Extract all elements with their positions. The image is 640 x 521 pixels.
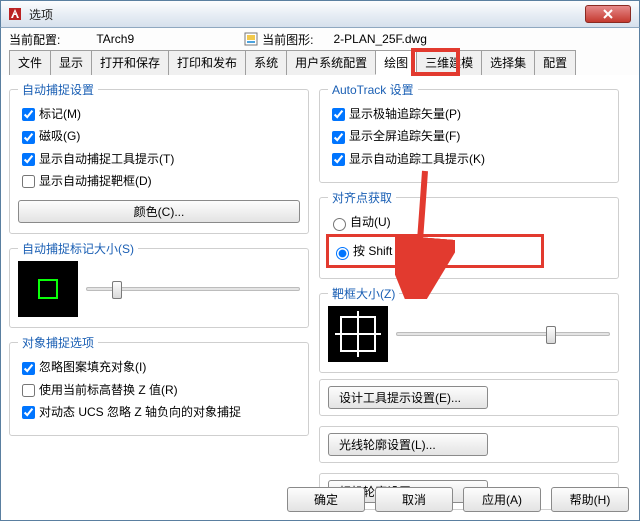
- align-acquire-group: 对齐点获取 自动(U) 按 Shift 键获取(Q): [319, 189, 619, 279]
- tab-content: 自动捕捉设置 标记(M) 磁吸(G) 显示自动捕捉工具提示(T) 显示自动捕捉靶…: [0, 75, 640, 521]
- chk-marker[interactable]: 标记(M): [18, 105, 300, 124]
- titlebar: 选项: [0, 0, 640, 28]
- chk-ignore-z-negative[interactable]: 对动态 UCS 忽略 Z 轴负向的对象捕捉: [18, 403, 300, 422]
- chk-autotrack-tooltip[interactable]: 显示自动追踪工具提示(K): [328, 150, 610, 169]
- current-drawing-label: 当前图形:: [244, 31, 313, 48]
- aperture-preview: [328, 306, 388, 362]
- profile-row: 当前配置: TArch9 当前图形: 2-PLAN_25F.dwg: [0, 28, 640, 50]
- window-title: 选项: [29, 6, 53, 23]
- marker-size-legend: 自动捕捉标记大小(S): [18, 240, 138, 257]
- colors-button[interactable]: 颜色(C)...: [18, 200, 300, 223]
- chk-replace-z[interactable]: 使用当前标高替换 Z 值(R): [18, 381, 300, 400]
- apply-button[interactable]: 应用(A): [463, 487, 541, 512]
- close-icon: [602, 9, 614, 19]
- chk-polar-track[interactable]: 显示极轴追踪矢量(P): [328, 105, 610, 124]
- osnap-options-group: 对象捕捉选项 忽略图案填充对象(I) 使用当前标高替换 Z 值(R) 对动态 U…: [9, 334, 309, 436]
- app-icon: [7, 6, 23, 22]
- close-button[interactable]: [585, 5, 631, 23]
- aperture-preview-icon: [335, 311, 381, 357]
- chk-aperture-box[interactable]: 显示自动捕捉靶框(D): [18, 172, 300, 191]
- radio-shift[interactable]: 按 Shift 键获取(Q): [331, 242, 541, 260]
- tab-strip: 文件 显示 打开和保存 打印和发布 系统 用户系统配置 绘图 三维建模 选择集 …: [0, 50, 640, 75]
- cancel-button[interactable]: 取消: [375, 487, 453, 512]
- current-profile-value: TArch9: [96, 32, 134, 46]
- radio-auto[interactable]: 自动(U): [328, 213, 610, 231]
- dwg-icon: [244, 32, 258, 46]
- light-glyph-group: 光线轮廓设置(L)...: [319, 426, 619, 463]
- tab-profiles[interactable]: 配置: [534, 50, 576, 75]
- design-tooltip-button[interactable]: 设计工具提示设置(E)...: [328, 386, 488, 409]
- autotrack-legend: AutoTrack 设置: [328, 81, 418, 98]
- tab-selection[interactable]: 选择集: [481, 50, 535, 75]
- light-glyph-button[interactable]: 光线轮廓设置(L)...: [328, 433, 488, 456]
- chk-snap-tooltip[interactable]: 显示自动捕捉工具提示(T): [18, 150, 300, 169]
- chk-full-track[interactable]: 显示全屏追踪矢量(F): [328, 127, 610, 146]
- tab-drafting[interactable]: 绘图: [375, 50, 417, 75]
- tab-userconfig[interactable]: 用户系统配置: [286, 50, 376, 75]
- current-profile-label: 当前配置:: [9, 31, 60, 48]
- design-tooltip-group: 设计工具提示设置(E)...: [319, 379, 619, 416]
- annotation-shift-highlight: 按 Shift 键获取(Q): [326, 234, 544, 268]
- current-drawing-value: 2-PLAN_25F.dwg: [333, 32, 426, 46]
- marker-preview-icon: [33, 274, 63, 304]
- aperture-size-slider[interactable]: [396, 322, 610, 346]
- tab-plot[interactable]: 打印和发布: [168, 50, 246, 75]
- marker-size-slider[interactable]: [86, 277, 300, 301]
- aperture-size-legend: 靶框大小(Z): [328, 285, 399, 302]
- marker-size-group: 自动捕捉标记大小(S): [9, 240, 309, 328]
- autosnap-group: 自动捕捉设置 标记(M) 磁吸(G) 显示自动捕捉工具提示(T) 显示自动捕捉靶…: [9, 81, 309, 234]
- dialog-buttons: 确定 取消 应用(A) 帮助(H): [287, 487, 629, 512]
- osnap-options-legend: 对象捕捉选项: [18, 334, 98, 351]
- tab-display[interactable]: 显示: [50, 50, 92, 75]
- chk-magnet[interactable]: 磁吸(G): [18, 127, 300, 146]
- autosnap-legend: 自动捕捉设置: [18, 81, 98, 98]
- tab-file[interactable]: 文件: [9, 50, 51, 75]
- autotrack-group: AutoTrack 设置 显示极轴追踪矢量(P) 显示全屏追踪矢量(F) 显示自…: [319, 81, 619, 183]
- ok-button[interactable]: 确定: [287, 487, 365, 512]
- tab-system[interactable]: 系统: [245, 50, 287, 75]
- help-button[interactable]: 帮助(H): [551, 487, 629, 512]
- marker-preview: [18, 261, 78, 317]
- tab-3dmodel[interactable]: 三维建模: [416, 50, 482, 75]
- aperture-size-group: 靶框大小(Z): [319, 285, 619, 373]
- align-acquire-legend: 对齐点获取: [328, 189, 396, 206]
- tab-opensave[interactable]: 打开和保存: [91, 50, 169, 75]
- chk-ignore-hatch[interactable]: 忽略图案填充对象(I): [18, 358, 300, 377]
